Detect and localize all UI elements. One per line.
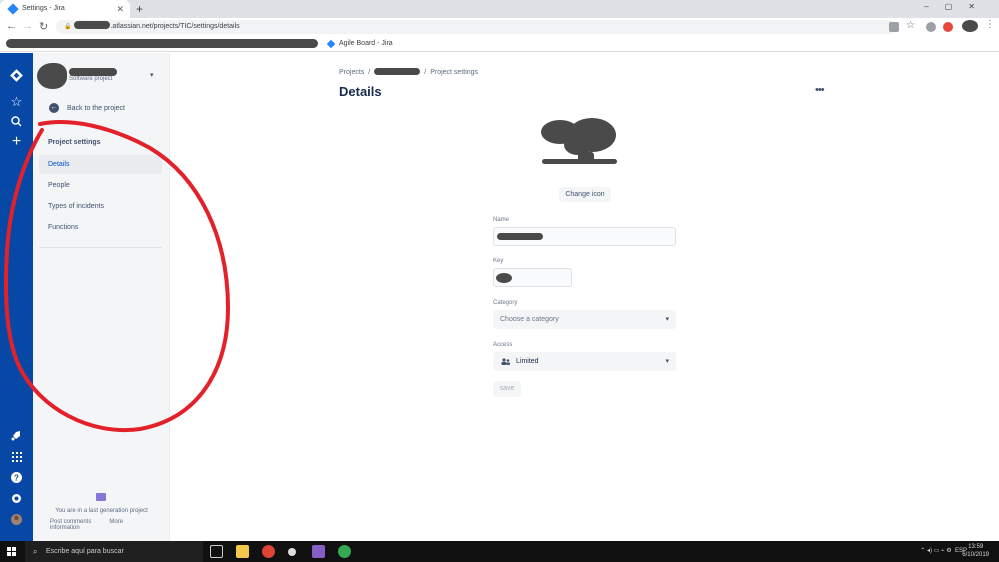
back-label: Back to the project [67, 104, 125, 112]
taskbar-search-placeholder: Escribe aquí para buscar [46, 548, 124, 555]
global-nav: ☆ + ? [0, 53, 33, 541]
category-label: Category [493, 300, 518, 306]
search-icon[interactable] [8, 113, 25, 130]
search-icon: ⌕ [33, 547, 38, 556]
name-label: Name [493, 217, 510, 223]
url-field[interactable]: 🔒 .atlassian.net/projects/TIC/settings/de… [56, 20, 896, 34]
profile-avatar[interactable] [962, 20, 978, 32]
bookmark-agile-board[interactable]: Agile Board - Jira [326, 37, 393, 51]
sidebar-item-people[interactable]: People [39, 176, 162, 195]
tab-title: Settings - Jira [22, 5, 65, 12]
extension-icon[interactable] [926, 22, 936, 32]
clock-date: 6/10/2019 [962, 552, 989, 558]
project-generation-links: Post comments More information [50, 519, 169, 531]
access-value: Limited [516, 358, 539, 365]
address-bar-row: ← → ↻ 🔒 .atlassian.net/projects/TIC/setti… [0, 18, 999, 37]
task-view-icon[interactable] [210, 545, 223, 558]
file-explorer-icon[interactable] [236, 545, 249, 558]
system-tray[interactable]: ⌃ ◂) ▭ ⌁ ⚙ ESP [920, 541, 967, 562]
access-label: Access [493, 342, 513, 348]
visual-studio-icon[interactable] [312, 545, 325, 558]
sidebar-item-functions[interactable]: Functions [39, 218, 162, 237]
user-avatar[interactable] [8, 511, 25, 528]
bookmark-label: Agile Board - Jira [339, 40, 393, 47]
project-sidebar: Software project ▾ ← Back to the project … [33, 53, 170, 541]
clock-time: 13:59 [968, 544, 984, 550]
breadcrumb: Projects / / Project settings [339, 68, 478, 76]
svg-text:?: ? [14, 474, 19, 483]
project-icon-redacted [541, 118, 617, 164]
plus-icon[interactable]: + [8, 133, 25, 150]
redacted-bookmarks [6, 39, 318, 48]
project-type: Software project [69, 76, 113, 82]
windows-taskbar: ⌕ Escribe aquí para buscar ⌃ ◂) ▭ ⌁ ⚙ ES… [0, 541, 999, 562]
window-controls[interactable]: –▢✕ [924, 0, 991, 14]
back-to-project-button[interactable]: ← Back to the project [49, 103, 125, 114]
redacted-key-value [496, 273, 512, 283]
close-tab-icon[interactable]: ✕ [116, 0, 124, 18]
save-button[interactable]: save [493, 381, 521, 397]
redacted-project-name [69, 68, 117, 76]
chevron-down-icon: ▾ [665, 358, 669, 365]
app-icon[interactable] [288, 548, 296, 556]
extension-icon[interactable] [943, 22, 953, 32]
taskbar-search[interactable]: ⌕ Escribe aquí para buscar [25, 541, 203, 562]
name-field[interactable] [493, 227, 676, 246]
translate-icon[interactable] [889, 22, 899, 32]
access-select[interactable]: Limited ▾ [493, 352, 676, 371]
chrome-profile-icon[interactable] [338, 545, 351, 558]
project-type-icon [96, 493, 106, 501]
category-placeholder: Choose a category [500, 316, 559, 323]
jira-favicon-icon [326, 39, 336, 49]
browser-tab-bar: Settings - Jira ✕ + –▢✕ [0, 0, 999, 18]
breadcrumb-separator: / [424, 69, 427, 76]
sidebar-item-details[interactable]: Details [39, 155, 162, 174]
windows-start-icon[interactable] [7, 547, 16, 556]
new-tab-button[interactable]: + [136, 0, 143, 18]
category-select[interactable]: Choose a category ▾ [493, 310, 676, 329]
key-label: Key [493, 258, 504, 264]
key-field[interactable] [493, 268, 572, 287]
forward-arrow-icon[interactable]: → [22, 20, 33, 32]
clock[interactable]: 13:59 6/10/2019 [962, 543, 989, 559]
arrow-left-icon: ← [49, 103, 59, 113]
chevron-down-icon: ▾ [665, 316, 669, 323]
back-arrow-icon[interactable]: ← [6, 20, 17, 32]
menu-kebab-icon[interactable]: ⋮ [985, 19, 995, 30]
sidebar-heading: Project settings [48, 139, 101, 146]
settings-icon[interactable] [8, 490, 25, 507]
breadcrumb-separator: / [368, 69, 371, 76]
lock-icon: 🔒 [64, 24, 72, 30]
bookmark-star-icon[interactable]: ☆ [906, 20, 915, 31]
apps-icon[interactable] [8, 448, 25, 465]
rocket-icon[interactable] [8, 427, 25, 444]
project-generation-text: You are in a last generation project [55, 508, 148, 514]
redacted-subdomain [74, 21, 111, 29]
redacted-project-crumb[interactable] [374, 68, 421, 75]
breadcrumb-projects[interactable]: Projects [339, 69, 364, 76]
more-actions-button[interactable]: ••• [815, 84, 825, 96]
chrome-icon[interactable] [262, 545, 275, 558]
chevron-down-icon[interactable]: ▾ [150, 71, 154, 79]
change-icon-button[interactable]: Change icon [559, 187, 611, 202]
star-icon[interactable]: ☆ [8, 93, 25, 110]
reload-icon[interactable]: ↻ [39, 20, 48, 33]
breadcrumb-project-settings[interactable]: Project settings [430, 69, 478, 76]
url-text: .atlassian.net/projects/TIC/settings/det… [110, 23, 240, 30]
project-avatar[interactable] [37, 63, 67, 89]
redacted-name-value [497, 233, 543, 240]
sidebar-divider [39, 247, 162, 248]
sidebar-item-types-of-incidents[interactable]: Types of incidents [39, 197, 162, 216]
bookmarks-bar: Agile Board - Jira [0, 37, 999, 52]
help-icon[interactable]: ? [8, 469, 25, 486]
tray-icons[interactable]: ⌃ ◂) ▭ ⌁ ⚙ [920, 548, 955, 554]
page-title: Details [339, 84, 382, 99]
jira-favicon-icon [7, 3, 19, 15]
people-icon [501, 358, 510, 365]
jira-logo-icon[interactable] [8, 67, 25, 84]
browser-tab[interactable]: Settings - Jira ✕ [0, 0, 130, 18]
